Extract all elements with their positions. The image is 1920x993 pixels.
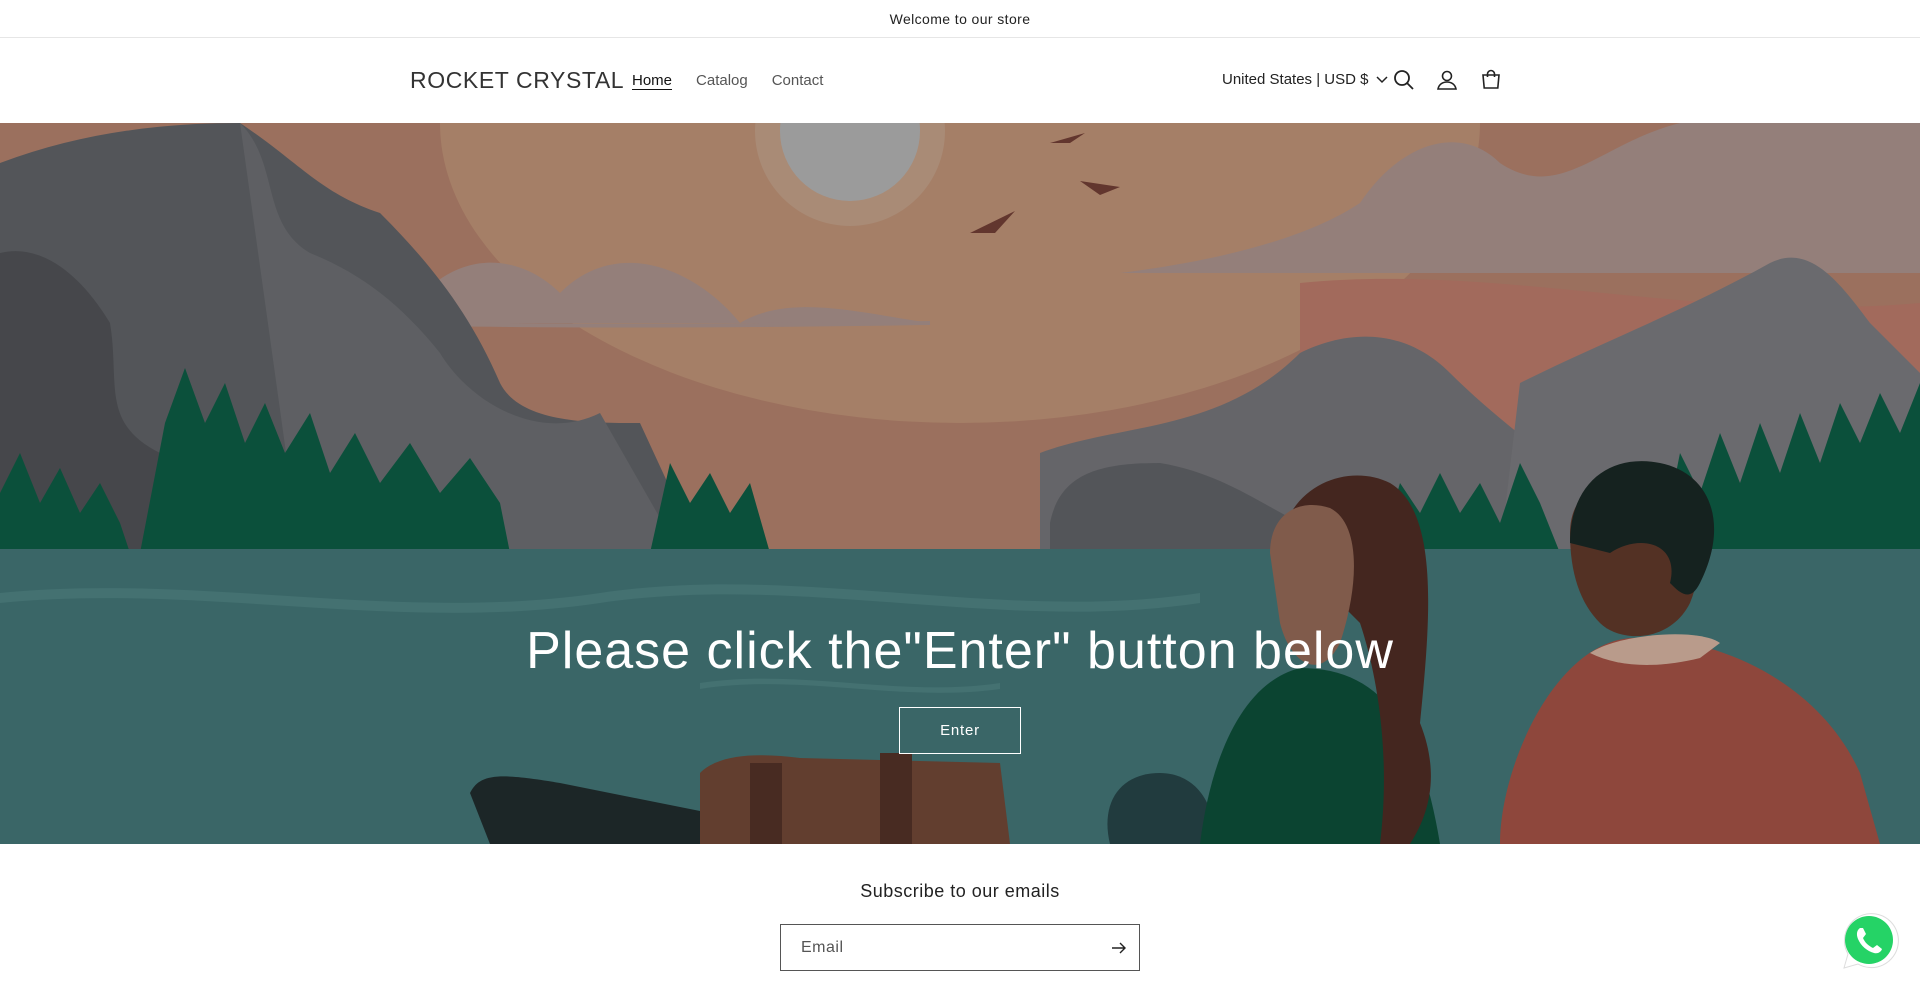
country-currency-selector[interactable]: United States | USD $	[1222, 71, 1388, 88]
newsletter-form	[780, 924, 1140, 971]
newsletter-title: Subscribe to our emails	[860, 881, 1060, 901]
arrow-right-icon[interactable]	[1099, 925, 1139, 970]
hero-heading: Please click the"Enter" button below	[526, 622, 1394, 680]
site-header: ROCKET CRYSTAL Home Catalog Contact Unit…	[0, 39, 1920, 123]
store-logo[interactable]: ROCKET CRYSTAL	[410, 67, 624, 94]
nav-contact[interactable]: Contact	[772, 72, 824, 89]
announcement-text: Welcome to our store	[889, 10, 1031, 27]
hero-banner: Please click the"Enter" button below Ent…	[0, 123, 1920, 844]
country-currency-label: United States | USD $	[1222, 71, 1369, 88]
nav-home[interactable]: Home	[632, 72, 672, 89]
account-icon[interactable]	[1433, 66, 1461, 94]
enter-button[interactable]: Enter	[899, 707, 1021, 754]
nav-catalog[interactable]: Catalog	[696, 72, 748, 89]
search-icon[interactable]	[1390, 66, 1418, 94]
email-field[interactable]	[781, 925, 1099, 970]
announcement-bar: Welcome to our store	[0, 0, 1920, 38]
whatsapp-icon[interactable]	[1838, 910, 1900, 972]
chevron-down-icon	[1376, 71, 1388, 88]
main-nav: Home Catalog Contact	[632, 72, 823, 89]
cart-icon[interactable]	[1477, 66, 1505, 94]
